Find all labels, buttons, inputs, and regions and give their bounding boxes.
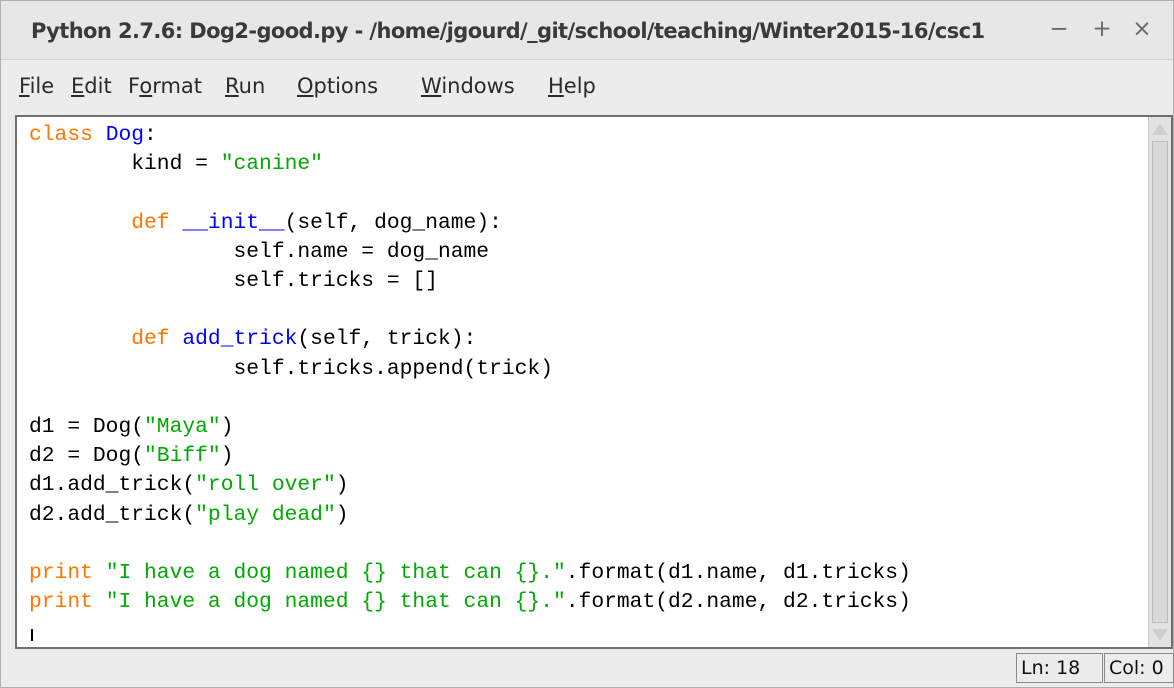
- window-title: Python 2.7.6: Dog2-good.py - /home/jgour…: [31, 19, 985, 43]
- menu-help[interactable]: Help: [548, 74, 596, 98]
- maximize-button[interactable]: +: [1089, 15, 1115, 43]
- menu-edit-accel: E: [71, 74, 85, 98]
- menu-file[interactable]: File: [19, 74, 54, 98]
- code-editor[interactable]: class Dog: kind = "canine" def __init__(…: [15, 115, 1173, 649]
- menu-format[interactable]: Format: [128, 74, 202, 98]
- menu-help-label: elp: [563, 74, 596, 98]
- scroll-thumb[interactable]: [1152, 141, 1168, 623]
- menu-options[interactable]: Options: [297, 74, 378, 98]
- code-line[interactable]: def add_trick(self, trick):: [29, 327, 476, 351]
- line-number-status: Ln: 18: [1016, 653, 1103, 683]
- vertical-scrollbar[interactable]: [1148, 117, 1171, 647]
- column-number-status: Col: 0: [1104, 653, 1174, 683]
- code-line[interactable]: def __init__(self, dog_name):: [29, 211, 502, 235]
- idle-editor-window: Python 2.7.6: Dog2-good.py - /home/jgour…: [0, 0, 1174, 688]
- code-text[interactable]: class Dog: kind = "canine" def __init__(…: [29, 121, 911, 617]
- status-bar: Ln: 18 Col: 0: [1, 651, 1174, 687]
- code-line[interactable]: d1 = Dog("Maya"): [29, 415, 234, 439]
- menu-run-label: un: [238, 74, 266, 98]
- close-button[interactable]: ×: [1129, 15, 1155, 43]
- menu-edit-label: dit: [84, 74, 112, 98]
- code-line[interactable]: d2.add_trick("play dead"): [29, 503, 349, 527]
- menu-file-label: ile: [29, 74, 55, 98]
- text-cursor: [31, 629, 33, 641]
- menu-format-accel: o: [139, 74, 153, 98]
- scroll-up-arrow-icon[interactable]: [1152, 123, 1168, 135]
- menu-windows[interactable]: Windows: [421, 74, 515, 98]
- menu-file-accel: F: [19, 74, 30, 98]
- title-bar[interactable]: Python 2.7.6: Dog2-good.py - /home/jgour…: [1, 1, 1173, 60]
- menu-run-accel: R: [225, 74, 239, 98]
- code-line[interactable]: class Dog:: [29, 123, 157, 147]
- code-line[interactable]: print "I have a dog named {} that can {}…: [29, 590, 911, 614]
- menu-windows-label: indows: [441, 74, 515, 98]
- menu-run[interactable]: Run: [225, 74, 265, 98]
- menu-bar: File Edit Format Run Options Windows Hel…: [1, 61, 1173, 113]
- code-line[interactable]: d2 = Dog("Biff"): [29, 444, 234, 468]
- scroll-down-arrow-icon[interactable]: [1152, 629, 1168, 641]
- menu-help-accel: H: [548, 74, 564, 98]
- menu-format-pre: F: [128, 74, 140, 98]
- code-line[interactable]: self.tricks = []: [29, 269, 438, 293]
- menu-options-label: ptions: [313, 74, 379, 98]
- code-line[interactable]: print "I have a dog named {} that can {}…: [29, 561, 911, 585]
- code-line[interactable]: kind = "canine": [29, 152, 323, 176]
- minimize-button[interactable]: −: [1046, 15, 1072, 43]
- menu-windows-accel: W: [421, 74, 442, 98]
- code-line[interactable]: self.name = dog_name: [29, 240, 489, 264]
- code-line[interactable]: self.tricks.append(trick): [29, 357, 553, 381]
- menu-edit[interactable]: Edit: [71, 74, 112, 98]
- menu-format-label: rmat: [152, 74, 203, 98]
- code-line[interactable]: d1.add_trick("roll over"): [29, 473, 349, 497]
- menu-options-accel: O: [297, 74, 314, 98]
